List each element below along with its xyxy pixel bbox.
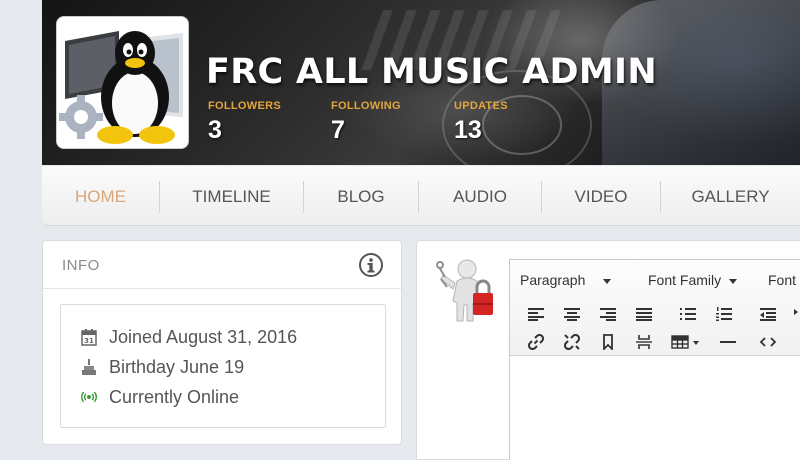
tux-penguin-icon bbox=[57, 17, 188, 148]
font-size-select-value: Font bbox=[768, 272, 797, 288]
chevron-down-icon bbox=[603, 278, 612, 284]
align-left-icon[interactable] bbox=[524, 302, 548, 326]
post-composer-panel: Paragraph Font Family Font bbox=[416, 240, 800, 460]
nav-gallery[interactable]: GALLERY bbox=[661, 166, 800, 226]
editor-toolbar: Paragraph Font Family Font bbox=[510, 260, 800, 356]
source-code-icon[interactable] bbox=[756, 330, 780, 354]
nav-timeline[interactable]: TIMELINE bbox=[160, 166, 303, 226]
nav-home[interactable]: HOME bbox=[42, 166, 159, 226]
align-justify-icon[interactable] bbox=[632, 302, 656, 326]
birthday-text: Birthday June 19 bbox=[109, 356, 245, 377]
horizontal-rule-icon[interactable] bbox=[716, 330, 740, 354]
numbered-list-icon[interactable] bbox=[712, 302, 736, 326]
nav-video[interactable]: VIDEO bbox=[542, 166, 660, 226]
info-panel-title: INFO bbox=[62, 257, 100, 274]
info-panel: INFO 31 Joined August 31, 2016 Birthday … bbox=[42, 240, 402, 445]
page-break-icon[interactable] bbox=[632, 330, 656, 354]
format-select[interactable]: Paragraph bbox=[520, 268, 612, 292]
align-right-icon[interactable] bbox=[596, 302, 620, 326]
followers-label: FOLLOWERS bbox=[208, 100, 281, 112]
joined-row: 31 Joined August 31, 2016 bbox=[81, 325, 297, 349]
font-family-select[interactable]: Font Family bbox=[648, 268, 738, 292]
cake-icon bbox=[81, 358, 97, 376]
table-icon[interactable] bbox=[668, 330, 704, 354]
svg-text:31: 31 bbox=[84, 337, 94, 345]
chevron-down-icon bbox=[729, 278, 738, 284]
align-center-icon[interactable] bbox=[560, 302, 584, 326]
format-select-value: Paragraph bbox=[520, 272, 586, 288]
profile-nav: HOME TIMELINE BLOG AUDIO VIDEO GALLERY bbox=[42, 166, 800, 226]
indent-icon[interactable] bbox=[790, 302, 800, 326]
followers-count: 3 bbox=[208, 116, 222, 144]
updates-stat[interactable]: UPDATES 13 bbox=[454, 100, 508, 145]
updates-count: 13 bbox=[454, 116, 482, 144]
online-signal-icon bbox=[81, 388, 97, 406]
nav-blog[interactable]: BLOG bbox=[304, 166, 418, 226]
online-status-text: Currently Online bbox=[109, 386, 240, 407]
followers-stat[interactable]: FOLLOWERS 3 bbox=[208, 100, 281, 145]
profile-avatar[interactable] bbox=[56, 16, 189, 149]
admin-figure-icon bbox=[435, 257, 497, 325]
joined-date-text: Joined August 31, 2016 bbox=[109, 326, 298, 347]
calendar-icon: 31 bbox=[81, 328, 97, 346]
font-family-select-value: Font Family bbox=[648, 272, 722, 288]
bullet-list-icon[interactable] bbox=[676, 302, 700, 326]
info-details-box: 31 Joined August 31, 2016 Birthday June … bbox=[60, 304, 386, 428]
bookmark-icon[interactable] bbox=[596, 330, 620, 354]
online-status-row: Currently Online bbox=[81, 385, 239, 409]
info-panel-divider bbox=[43, 288, 401, 289]
nav-audio[interactable]: AUDIO bbox=[419, 166, 541, 226]
outdent-icon[interactable] bbox=[756, 302, 780, 326]
rich-text-editor[interactable]: Paragraph Font Family Font bbox=[509, 259, 800, 460]
following-label: FOLLOWING bbox=[331, 100, 401, 112]
following-count: 7 bbox=[331, 116, 345, 144]
birthday-row: Birthday June 19 bbox=[81, 355, 244, 379]
updates-label: UPDATES bbox=[454, 100, 508, 112]
info-icon[interactable] bbox=[358, 252, 384, 278]
profile-name: FRC ALL MUSIC ADMIN bbox=[206, 52, 657, 92]
font-size-select[interactable]: Font bbox=[768, 268, 796, 292]
unlink-icon[interactable] bbox=[560, 330, 584, 354]
link-icon[interactable] bbox=[524, 330, 548, 354]
following-stat[interactable]: FOLLOWING 7 bbox=[331, 100, 401, 145]
